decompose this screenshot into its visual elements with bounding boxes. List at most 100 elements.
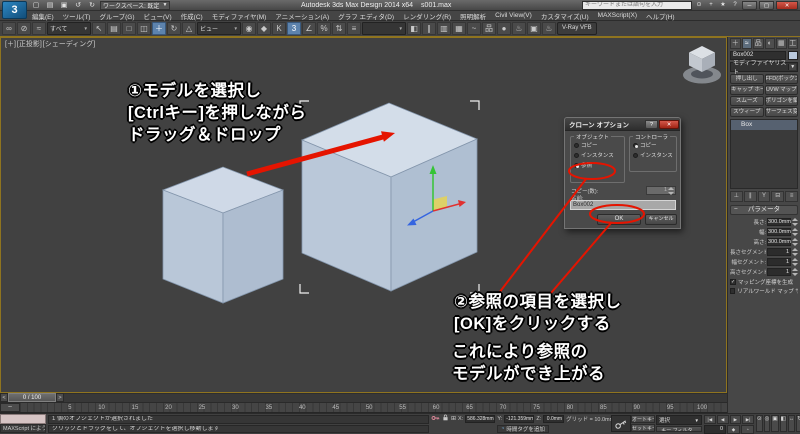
radio-dot[interactable] xyxy=(574,153,579,158)
lock-icon[interactable] xyxy=(442,414,449,424)
modifier-stack[interactable]: Box xyxy=(730,119,798,189)
mirror-icon[interactable]: ◧ xyxy=(407,22,421,35)
modifier-button[interactable]: スムーズ xyxy=(730,96,764,106)
make-unique-icon[interactable]: Y xyxy=(758,191,771,202)
y-coordinate-field[interactable]: -121.359mm xyxy=(504,415,534,423)
menu-item[interactable]: レンダリング(R) xyxy=(403,11,451,21)
selection-lock-icon[interactable] xyxy=(431,415,440,424)
add-time-tag-button[interactable]: ◔ 時間タグを追加 xyxy=(497,425,549,433)
save-file-icon[interactable]: ▣ xyxy=(58,1,70,10)
menu-item[interactable]: モディファイヤ(M) xyxy=(212,11,267,21)
unlink-selection-icon[interactable]: ⊘ xyxy=(17,22,31,35)
previous-frame-icon[interactable]: ◀ xyxy=(717,415,729,424)
window-crossing-icon[interactable]: ◫ xyxy=(137,22,151,35)
edit-named-sets-icon[interactable]: ≡ xyxy=(347,22,361,35)
keyboard-override-icon[interactable]: K xyxy=(272,22,286,35)
radio-dot-selected[interactable] xyxy=(633,143,638,148)
param-field[interactable]: 300.0mm xyxy=(767,238,791,246)
show-end-result-icon[interactable]: ∥ xyxy=(744,191,757,202)
spinner-arrows[interactable] xyxy=(792,228,798,236)
close-button[interactable]: ✕ xyxy=(776,1,798,10)
select-and-rotate-icon[interactable]: ↻ xyxy=(167,22,181,35)
cancel-button[interactable]: キャンセル xyxy=(645,214,677,225)
viewport-menu-shading[interactable]: [シェーディング] xyxy=(43,39,95,49)
rendered-frame-icon[interactable]: ▣ xyxy=(527,22,541,35)
help-icon[interactable]: ? xyxy=(730,1,740,10)
menu-item[interactable]: ツール(T) xyxy=(63,11,91,21)
zoom-icon[interactable]: ⊙ xyxy=(756,415,763,432)
reference-coordinate-dropdown[interactable]: ビュー▼ xyxy=(197,22,241,35)
param-field[interactable]: 1 xyxy=(767,268,791,276)
menu-item[interactable]: カスタマイズ(U) xyxy=(541,11,589,21)
radio-copy[interactable]: コピー xyxy=(574,140,622,150)
parameters-rollout[interactable]: − パラメータ xyxy=(730,205,798,215)
viewport-menu-general[interactable]: [＋] xyxy=(5,39,16,49)
app-logo[interactable]: 3 xyxy=(2,1,27,19)
communication-center-icon[interactable]: + xyxy=(706,1,716,10)
infocenter-search-icon[interactable]: ⊙ xyxy=(694,1,704,10)
track-bar[interactable]: ~ 5 10 15 20 25 30 35 xyxy=(0,403,727,413)
percent-snap-icon[interactable]: % xyxy=(317,22,331,35)
key-set-dropdown[interactable]: 選択 ▼ xyxy=(656,415,702,425)
object-color-swatch[interactable] xyxy=(788,51,798,60)
named-sets-dropdown[interactable]: ▼ xyxy=(362,22,406,35)
spinner-snap-icon[interactable]: ⇅ xyxy=(332,22,346,35)
select-by-name-icon[interactable]: ▤ xyxy=(107,22,121,35)
create-tab-icon[interactable]: ＋ xyxy=(730,38,741,49)
radio-dot-selected[interactable] xyxy=(574,163,579,168)
radio-controller-copy[interactable]: コピー xyxy=(633,140,674,150)
favorites-star-icon[interactable]: ★ xyxy=(718,1,728,10)
menu-item[interactable]: 作成(C) xyxy=(181,11,203,21)
dialog-title-bar[interactable]: クローン オプション ? ✕ xyxy=(565,118,680,131)
spinner-arrows[interactable] xyxy=(792,258,798,266)
menu-item[interactable]: グラフ エディタ(D) xyxy=(338,11,394,21)
graphite-ribbon-icon[interactable]: ▦ xyxy=(452,22,466,35)
configure-modifier-sets-icon[interactable]: ≡ xyxy=(785,191,798,202)
absolute-mode-icon[interactable]: ⊞ xyxy=(451,415,456,423)
time-config-icon[interactable]: ◔ xyxy=(741,425,754,434)
schematic-view-icon[interactable]: 品 xyxy=(482,22,496,35)
next-frame-button[interactable]: > xyxy=(56,393,64,402)
zoom-all-icon[interactable]: ◎ xyxy=(764,415,771,432)
redo-icon[interactable]: ↻ xyxy=(86,1,98,10)
z-coordinate-field[interactable]: 0.0mm xyxy=(543,415,564,423)
motion-tab-icon[interactable]: ◐ xyxy=(765,38,776,49)
selection-filter-dropdown[interactable]: すべて▼ xyxy=(47,22,91,35)
set-key-button[interactable]: セットキー xyxy=(631,424,655,432)
viewport-menu-pov[interactable]: [正投影] xyxy=(17,39,42,49)
set-keys-button[interactable] xyxy=(611,415,631,432)
param-field[interactable]: 300.0mm xyxy=(767,218,791,226)
spinner-arrows[interactable] xyxy=(792,268,798,276)
clone-name-field[interactable]: Box002 xyxy=(570,200,676,210)
utilities-tab-icon[interactable]: 工 xyxy=(788,38,799,49)
align-icon[interactable]: ∥ xyxy=(422,22,436,35)
menu-item[interactable]: ヘルプ(H) xyxy=(646,11,675,21)
modifier-list-dropdown[interactable]: モディファイヤリスト ▼ xyxy=(730,62,798,72)
use-pivot-center-icon[interactable]: ◉ xyxy=(242,22,256,35)
menu-item[interactable]: Civil View(V) xyxy=(495,12,532,19)
modifier-button[interactable]: スウィープ xyxy=(730,107,764,117)
zoom-extents-icon[interactable]: ▣ xyxy=(771,415,778,432)
auto-key-button[interactable]: オートキー xyxy=(631,415,655,423)
rectangular-region-icon[interactable]: □ xyxy=(122,22,136,35)
display-tab-icon[interactable]: ▦ xyxy=(776,38,787,49)
param-field[interactable]: 1 xyxy=(767,258,791,266)
menu-item[interactable]: MAXScript(X) xyxy=(598,12,637,19)
layer-manager-icon[interactable]: ▥ xyxy=(437,22,451,35)
checkbox[interactable] xyxy=(730,288,735,294)
modifier-button[interactable]: FFD(ボックス) xyxy=(765,74,799,84)
modifier-button[interactable]: 押し出し xyxy=(730,74,764,84)
spinner-arrows[interactable] xyxy=(792,238,798,246)
spinner-arrows[interactable] xyxy=(792,218,798,226)
pin-stack-icon[interactable]: ⊥ xyxy=(730,191,743,202)
bind-space-warp-icon[interactable]: ≈ xyxy=(32,22,46,35)
undo-icon[interactable]: ↺ xyxy=(72,1,84,10)
radio-instance[interactable]: インスタンス xyxy=(574,150,622,160)
zoom-region-icon[interactable]: ◧ xyxy=(780,415,787,432)
material-editor-icon[interactable]: ● xyxy=(497,22,511,35)
radio-dot[interactable] xyxy=(574,143,579,148)
angle-snap-icon[interactable]: ∠ xyxy=(302,22,316,35)
menu-item[interactable]: グループ(G) xyxy=(99,11,134,21)
dialog-close-button[interactable]: ✕ xyxy=(659,120,679,129)
radio-controller-instance[interactable]: インスタンス xyxy=(633,150,674,160)
